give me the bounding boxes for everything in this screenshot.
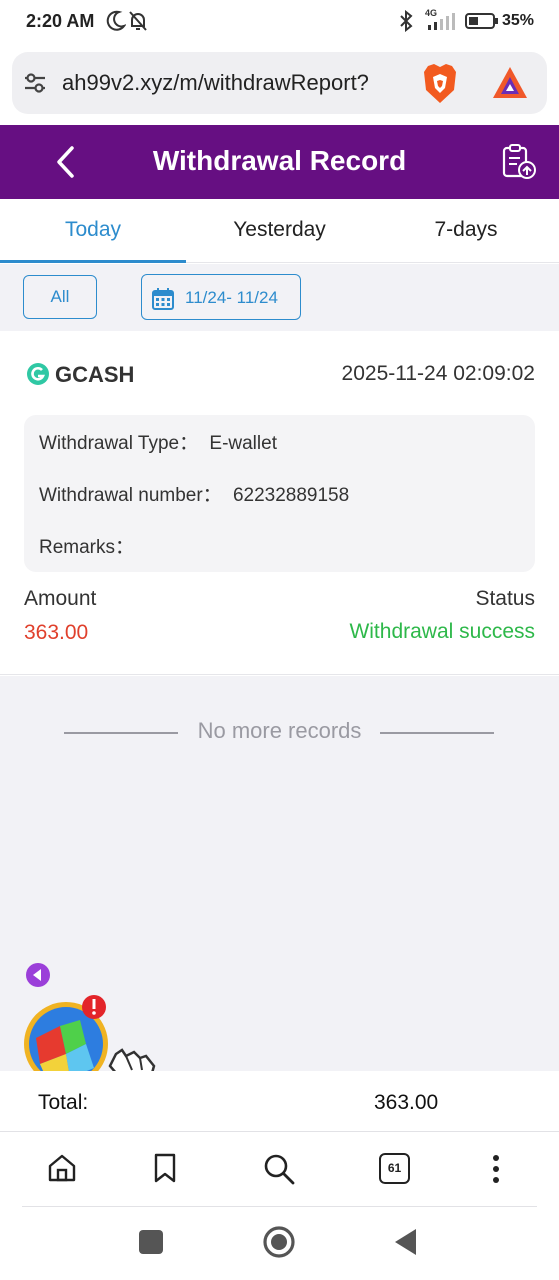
record-details: Withdrawal Type： E-wallet Withdrawal num… bbox=[24, 415, 535, 572]
record-datetime: 2025-11-24 02:09:02 bbox=[341, 362, 535, 385]
payment-method: GCASH bbox=[55, 362, 135, 387]
android-nav-bar bbox=[0, 1207, 559, 1280]
withdrawal-number-value: 62232889158 bbox=[232, 485, 350, 506]
no-more-records: No more records bbox=[0, 717, 559, 747]
total-bar: Total: 363.00 bbox=[0, 1071, 559, 1131]
brave-shields-icon[interactable] bbox=[420, 62, 460, 106]
active-tab-indicator bbox=[0, 260, 186, 263]
total-value: 363.00 bbox=[374, 1091, 439, 1114]
address-bar[interactable]: ah99v2.xyz/m/withdrawReport? bbox=[12, 52, 547, 114]
page-title: Withdrawal Record bbox=[152, 145, 407, 176]
remarks-label: Remarks： bbox=[39, 537, 135, 558]
divider-line-right bbox=[380, 732, 494, 734]
bell-off-icon bbox=[129, 11, 147, 31]
status-label: Status bbox=[475, 587, 535, 610]
remarks-row: Remarks： bbox=[39, 532, 134, 559]
tab-yesterday[interactable]: Yesterday bbox=[186, 199, 373, 263]
home-nav-icon[interactable] bbox=[262, 1225, 296, 1259]
site-settings-icon[interactable] bbox=[22, 70, 48, 96]
no-more-records-text: No more records bbox=[197, 718, 362, 743]
withdrawal-type-label: Withdrawal Type： bbox=[39, 433, 199, 454]
withdrawal-number-label: Withdrawal number： bbox=[39, 485, 222, 506]
search-icon[interactable] bbox=[262, 1152, 296, 1186]
withdrawal-record-card[interactable]: GCASH 2025-11-24 02:09:02 Withdrawal Typ… bbox=[0, 331, 559, 675]
collapse-float-icon[interactable] bbox=[25, 962, 51, 988]
gcash-logo-icon bbox=[27, 363, 49, 385]
home-icon[interactable] bbox=[46, 1152, 78, 1184]
recent-apps-icon[interactable] bbox=[138, 1229, 164, 1255]
amount-label: Amount bbox=[24, 587, 97, 610]
total-label: Total: bbox=[38, 1091, 89, 1114]
date-tabs: Today Yesterday 7-days bbox=[0, 199, 559, 263]
url-text[interactable]: ah99v2.xyz/m/withdrawReport? bbox=[62, 70, 407, 96]
browser-toolbar: ah99v2.xyz/m/withdrawReport? bbox=[0, 44, 559, 124]
signal-icon bbox=[428, 13, 455, 30]
battery-icon bbox=[465, 13, 498, 29]
date-range-text: 11/24- 11/24 bbox=[185, 288, 278, 307]
bookmark-icon[interactable] bbox=[150, 1152, 180, 1184]
app-header: Withdrawal Record bbox=[0, 125, 559, 199]
clipboard-upload-icon[interactable] bbox=[500, 143, 538, 181]
tab-7-days[interactable]: 7-days bbox=[373, 199, 559, 263]
tabs-count-button[interactable]: 61 bbox=[379, 1153, 410, 1184]
filter-bar: All 11/24- 11/24 bbox=[0, 264, 559, 331]
date-range-button[interactable]: 11/24- 11/24 bbox=[141, 274, 301, 320]
battery-percent: 35% bbox=[502, 12, 535, 29]
amount-value: 363.00 bbox=[24, 621, 89, 644]
status-bar: 2:20 AM 4G 35% bbox=[0, 0, 559, 44]
status-value: Withdrawal success bbox=[349, 620, 535, 643]
moon-icon bbox=[106, 10, 126, 31]
browser-bottom-bar: 61 bbox=[0, 1131, 559, 1207]
tab-today[interactable]: Today bbox=[0, 199, 186, 263]
filter-all-button[interactable]: All bbox=[23, 275, 97, 319]
status-time: 2:20 AM bbox=[26, 11, 95, 31]
withdrawal-number-row: Withdrawal number： 62232889158 bbox=[39, 480, 349, 507]
more-menu-icon[interactable] bbox=[486, 1152, 506, 1186]
withdrawal-type-row: Withdrawal Type： E-wallet bbox=[39, 428, 277, 455]
brave-rewards-icon[interactable] bbox=[490, 64, 530, 102]
withdrawal-type-value: E-wallet bbox=[209, 433, 277, 454]
bluetooth-icon bbox=[400, 10, 413, 32]
calendar-icon bbox=[152, 288, 174, 310]
back-nav-icon[interactable] bbox=[392, 1227, 420, 1257]
